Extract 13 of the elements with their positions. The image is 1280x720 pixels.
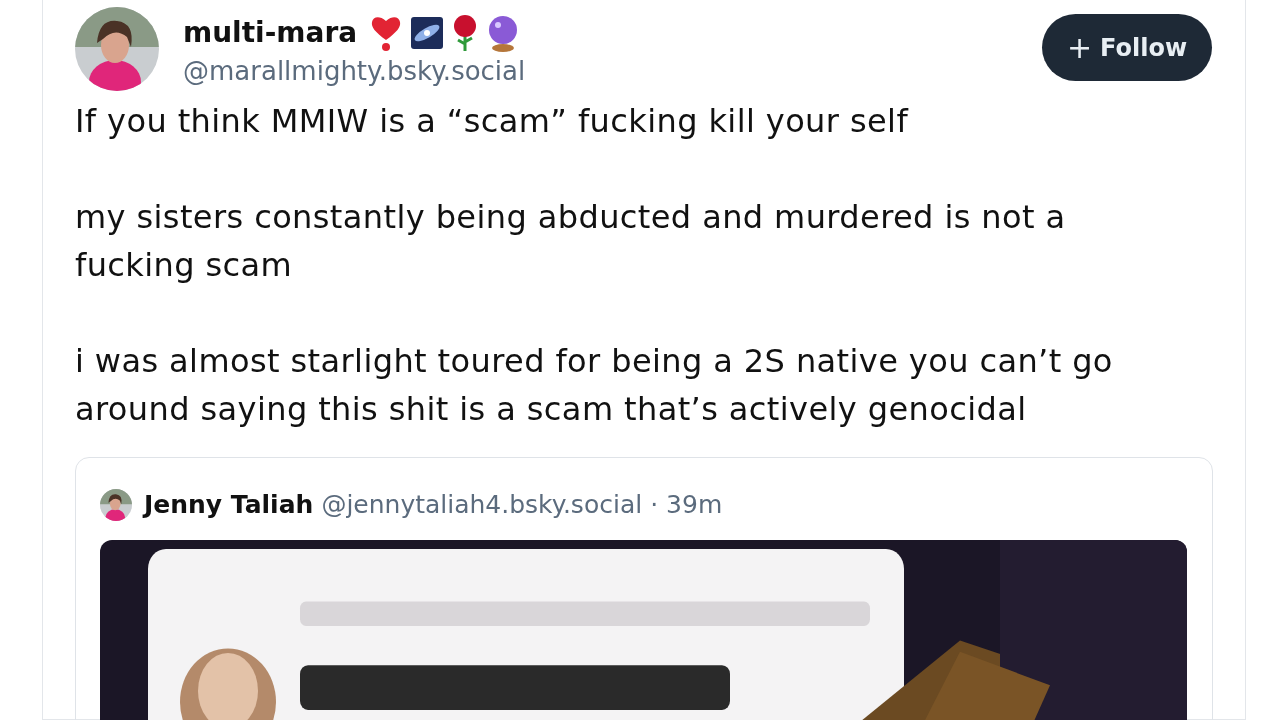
quote-card[interactable]: Jenny Taliah @jennytaliah4.bsky.social · 39m — [75, 457, 1213, 720]
display-name[interactable]: multi-mara — [183, 12, 358, 54]
display-name[interactable]: Jenny Taliah — [144, 486, 314, 524]
crystal-ball-icon — [487, 14, 520, 52]
post-text: my sisters constantly being abducted and murdered is not a fucking scam — [75, 197, 1067, 286]
handle: @jennytaliah4.bsky.social — [321, 489, 643, 521]
galaxy-icon — [411, 17, 444, 49]
post-text: i was almost starlight toured for being a 2S native you can’t go around saying this shit is a scam that’s actively genocidal — [75, 341, 1114, 430]
handle[interactable]: @marallmighty.bsky.social — [183, 54, 526, 88]
timestamp: 39m — [666, 489, 723, 521]
post-text: If you think MMIW is a “scam” fucking kill your self — [75, 101, 910, 142]
separator: · — [650, 489, 659, 521]
follow-button[interactable]: + Follow — [1042, 14, 1212, 81]
